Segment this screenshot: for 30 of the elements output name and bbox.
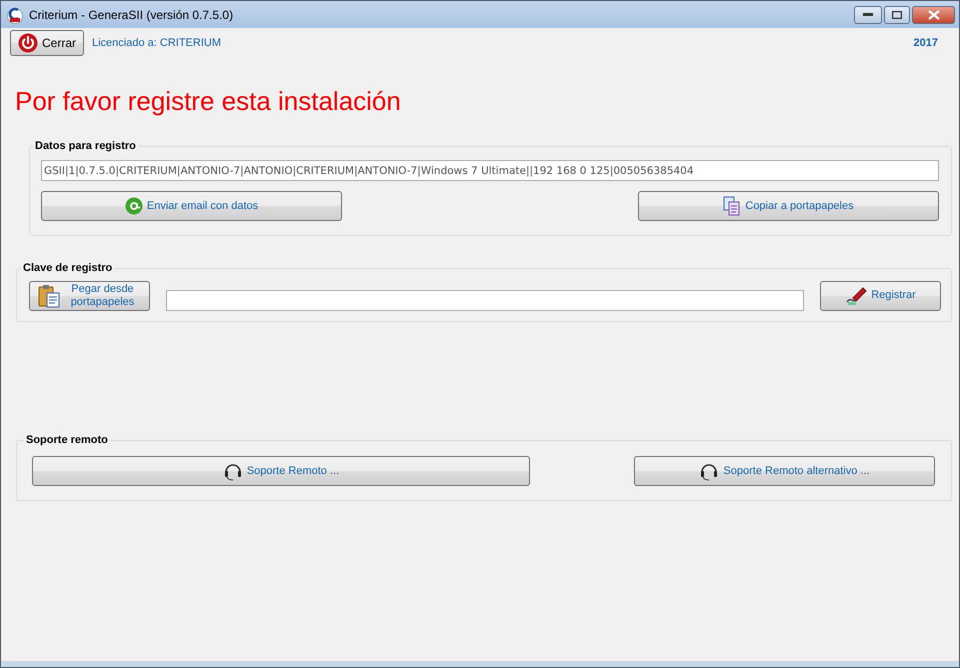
- headset-icon: [699, 461, 720, 481]
- group-title: Soporte remoto: [25, 434, 109, 446]
- signing-pen-icon: [845, 286, 868, 306]
- documents-icon: [723, 196, 742, 216]
- remote-support-button[interactable]: Soporte Remoto alternativo ...: [634, 456, 935, 486]
- maximize-icon: [892, 10, 902, 18]
- registration-heading: Por favor registre esta instalación: [15, 86, 402, 118]
- close-icon: [928, 10, 940, 20]
- license-label: Licenciado a: CRITERIUM: [92, 37, 222, 49]
- close-app-button[interactable]: Cerrar: [10, 30, 84, 56]
- registration-data-field[interactable]: GSII|1|0.7.5.0|CRITERIUM|ANTONIO-7|ANTONIO|CRITERIUM|ANTONIO-7|Windows 7 Ultimate||192 168 0 125|005056385404: [41, 160, 939, 181]
- year-label: 2017: [914, 37, 938, 49]
- registration-key-field[interactable]: [166, 290, 804, 311]
- app-logo-icon: [7, 6, 23, 24]
- group-title: Datos para registro: [34, 140, 137, 152]
- headset-icon: [222, 461, 243, 481]
- at-sign-icon: [124, 197, 143, 215]
- maximize-button[interactable]: [884, 6, 910, 24]
- register-button[interactable]: Registrar: [820, 280, 941, 310]
- group-title: Clave de registro: [22, 262, 114, 274]
- remote-support-button[interactable]: Soporte Remoto ...: [32, 456, 530, 486]
- paste-clipboard-button[interactable]: Pegar desde portapapeles: [29, 280, 150, 310]
- close-button[interactable]: [912, 6, 955, 24]
- window-title: Criterium - GeneraSII (versión 0.7.5.0): [29, 8, 234, 22]
- power-icon: [18, 33, 38, 53]
- minimize-icon: [863, 12, 873, 16]
- copy-clipboard-button[interactable]: Copiar a portapapeles: [638, 191, 939, 221]
- minimize-button[interactable]: [854, 6, 882, 24]
- clipboard-icon: [38, 284, 60, 308]
- send-email-button[interactable]: Enviar email con datos: [41, 191, 342, 221]
